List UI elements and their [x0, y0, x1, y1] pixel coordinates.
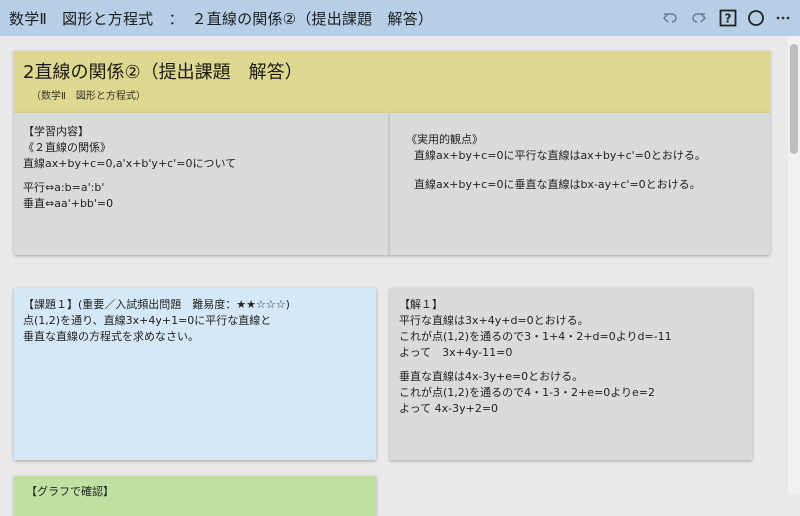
viewpoint-line: 直線ax+by+c=0に平行な直線はax+by+c'=0とおける。 [414, 149, 706, 162]
answer-line: 垂直な直線は4x-3y+e=0とおける。 [399, 370, 584, 383]
learning-topic: 《２直線の関係》 [23, 141, 111, 154]
answer-line: 平行な直線は3x+4y+d=0とおける。 [399, 314, 589, 327]
answer-line: よって 3x+4y-11=0 [399, 346, 513, 359]
vertical-scrollbar[interactable] [788, 36, 800, 494]
learning-line: 直線ax+by+c=0,a'x+b'y+c'=0について [23, 157, 237, 170]
document-title: 数学Ⅱ 図形と方程式 ： ２直線の関係②（提出課題 解答） [9, 10, 434, 28]
answer-card[interactable]: 【解１】 平行な直線は3x+4y+d=0とおける。 これが点(1,2)を通るので… [390, 288, 752, 460]
task-line: 点(1,2)を通り、直線3x+4y+1=0に平行な直線と [23, 314, 272, 327]
page-subtitle: （数学Ⅱ 図形と方程式） [31, 91, 146, 102]
viewpoint-line: 直線ax+by+c=0に垂直な直線はbx-ay+c'=0とおける。 [414, 178, 701, 191]
answer-line: これが点(1,2)を通るので4・1-3・2+e=0よりe=2 [399, 386, 656, 399]
task-heading: 【課題１】(重要／入試頻出問題 難易度：★★☆☆☆) [23, 298, 290, 311]
answer-line: これが点(1,2)を通るので3・1+4・2+d=0よりd=-11 [399, 330, 672, 343]
page-title: 2直線の関係②（提出課題 解答） [23, 62, 303, 83]
parallel-condition: 平行⇔a:b=a':b' [23, 181, 105, 194]
graph-card[interactable]: 【グラフで確認】 [14, 476, 376, 516]
svg-text:?: ? [725, 12, 732, 26]
task-line: 垂直な直線の方程式を求めなさい。 [23, 330, 199, 343]
top-toolbar: 数学Ⅱ 図形と方程式 ： ２直線の関係②（提出課題 解答） ? [0, 0, 800, 36]
scrollbar-thumb[interactable] [790, 44, 798, 154]
viewpoint-card[interactable]: 《実用的観点》 直線ax+by+c=0に平行な直線はax+by+c'=0とおける… [390, 113, 770, 255]
learning-content-card[interactable]: 【学習内容】 《２直線の関係》 直線ax+by+c=0,a'x+b'y+c'=0… [14, 113, 390, 255]
help-icon[interactable]: ? [718, 8, 738, 28]
header-card[interactable]: 2直線の関係②（提出課題 解答） （数学Ⅱ 図形と方程式） [14, 51, 770, 113]
viewpoint-heading: 《実用的観点》 [406, 133, 483, 146]
graph-heading: 【グラフで確認】 [26, 485, 114, 498]
answer-line: よって 4x-3y+2=0 [399, 402, 499, 415]
redo-icon[interactable] [689, 8, 709, 28]
circle-icon[interactable] [746, 8, 766, 28]
task-card[interactable]: 【課題１】(重要／入試頻出問題 難易度：★★☆☆☆) 点(1,2)を通り、直線3… [14, 288, 376, 460]
undo-icon[interactable] [660, 8, 680, 28]
answer-heading: 【解１】 [399, 298, 443, 311]
more-icon[interactable] [773, 8, 793, 28]
learning-heading: 【学習内容】 [23, 125, 89, 138]
perpendicular-condition: 垂直⇔aa'+bb'=0 [23, 197, 114, 210]
